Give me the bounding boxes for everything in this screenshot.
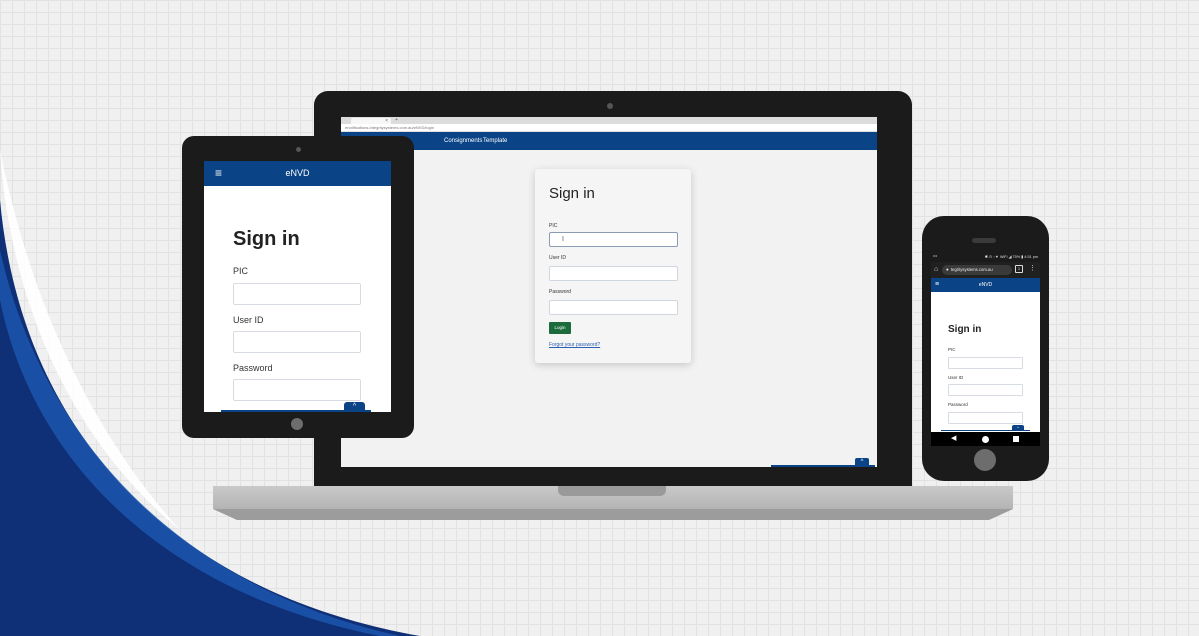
recents-square-icon[interactable] [1013,436,1019,442]
brand-title: eNVD [978,282,993,288]
chevron-up-icon: ^ [352,403,357,410]
address-url: tegritysystems.com.au [951,267,993,272]
hamburger-menu-icon[interactable]: ≡ [215,167,222,179]
laptop-screen: × + enotifications-integritysystems.com.… [341,117,877,467]
browser-address-bar[interactable]: enotifications-integritysystems.com.au/e… [341,124,877,132]
address-url: enotifications-integritysystems.com.au/e… [345,125,434,130]
tablet-home-button[interactable] [291,418,303,430]
home-icon[interactable]: ⌂ [934,265,938,274]
password-input[interactable] [549,300,678,315]
page-title: Sign in [948,324,982,335]
tablet-camera [296,147,301,152]
nav-link-template[interactable]: Template [483,136,507,146]
user-id-label: User ID [233,315,264,325]
sign-in-card: Sign in PIC I User ID Password Login For… [535,169,691,363]
password-label: Password [549,289,571,295]
browser-tab-bar: × + [341,117,877,124]
phone-home-button[interactable] [974,449,996,471]
hamburger-menu-icon[interactable]: ≡ [935,280,939,290]
pic-input[interactable] [948,357,1023,369]
new-tab-icon[interactable]: + [395,117,398,123]
laptop-notch [558,486,666,496]
user-id-input[interactable] [948,384,1023,396]
phone-speaker [972,238,996,243]
forgot-password-link[interactable]: Forgot your password? [549,342,600,348]
chevron-up-icon: ^ [860,459,864,465]
pic-label: PIC [233,266,249,276]
pic-input[interactable]: I [549,232,678,247]
scroll-top-button[interactable]: ^ [855,458,869,467]
password-label: Password [948,402,968,407]
nav-link-consignments[interactable]: Consignments [444,136,482,146]
user-id-label: User ID [549,255,566,261]
pic-input[interactable] [233,283,361,305]
more-menu-icon[interactable]: ⋮ [1029,264,1036,274]
phone-screen: ••• ✱ ⊙ ↑▼ WiFi ◢ 75% ▮ 4:51 pm ⌂ ● tegr… [931,252,1040,446]
status-bar: ••• ✱ ⊙ ↑▼ WiFi ◢ 75% ▮ 4:51 pm [931,252,1040,262]
pic-label: PIC [549,223,558,229]
login-button[interactable]: Login [549,322,571,334]
laptop-base-bottom [213,509,1013,520]
pic-label: PIC [948,347,956,352]
user-id-label: User ID [948,375,964,380]
page-title: Sign in [549,185,595,202]
browser-toolbar: ⌂ ● tegritysystems.com.au 1 ⋮ [931,262,1040,278]
password-label: Password [233,363,273,373]
back-icon[interactable]: ◀ [951,434,956,444]
tabs-icon[interactable]: 1 [1015,265,1023,273]
page-title: Sign in [233,228,300,250]
app-navbar: Consignments Template [341,132,877,150]
user-id-input[interactable] [549,266,678,281]
android-navigation-bar: ◀ [931,432,1040,446]
lock-icon: ● [946,267,949,272]
text-cursor-icon: I [562,236,564,243]
laptop-camera [607,103,613,109]
home-circle-icon[interactable] [982,436,989,443]
brand-title: eNVD [285,168,310,178]
app-navbar: eNVD ≡ [204,161,391,186]
chevron-up-icon: ^ [1017,425,1019,430]
address-bar[interactable]: ● tegritysystems.com.au [942,265,1012,275]
status-dots: ••• [933,253,938,258]
user-id-input[interactable] [233,331,361,353]
app-navbar: eNVD ≡ [931,278,1040,292]
status-info: ✱ ⊙ ↑▼ WiFi ◢ 75% ▮ 4:51 pm [984,255,1038,259]
password-input[interactable] [948,412,1023,424]
tablet-screen: eNVD ≡ Sign in PIC User ID Password ^ [204,161,391,412]
password-input[interactable] [233,379,361,401]
scroll-top-button[interactable]: ^ [344,402,365,412]
scroll-top-button[interactable]: ^ [1012,425,1024,431]
